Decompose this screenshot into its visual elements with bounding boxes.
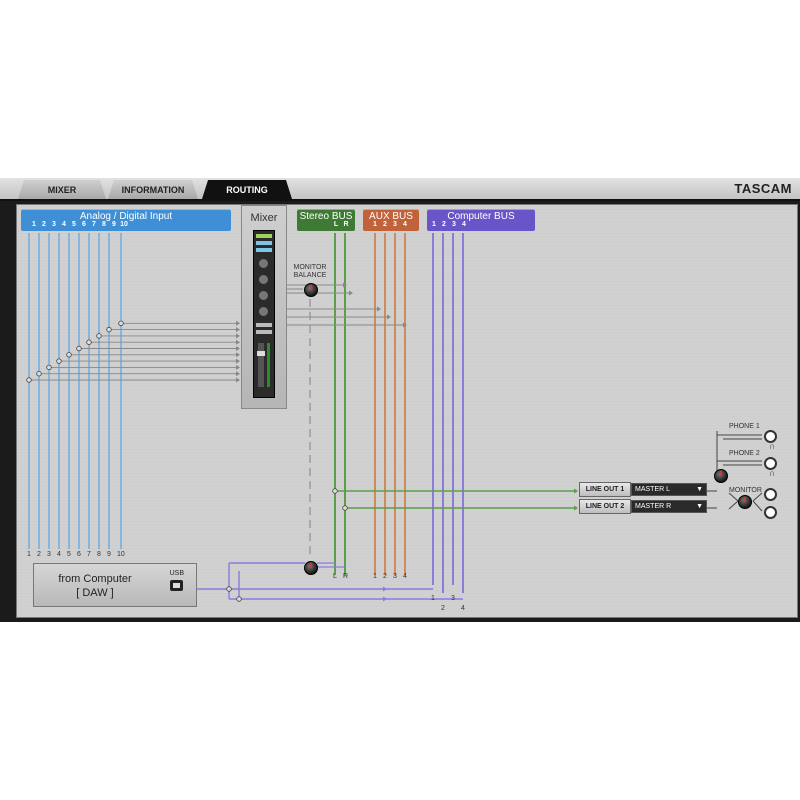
aux-bus-header: AUX BUS 1234 bbox=[363, 209, 419, 231]
stereo-r-tap bbox=[342, 505, 348, 511]
monitor-wire-r bbox=[752, 500, 763, 512]
computer-bottom-label-4: 4 bbox=[461, 605, 465, 612]
routing-panel: Analog / Digital Input 1 2 3 4 5 6 7 8 9 10 Mixer bbox=[16, 204, 798, 618]
mixer-feed-arrow-4 bbox=[236, 358, 240, 364]
monitor-l-jack bbox=[764, 488, 777, 501]
stereo-bottom-label-2: R bbox=[343, 573, 349, 580]
mixer-out-arrow-2 bbox=[349, 290, 353, 296]
computer-bottom-label-1: 1 bbox=[431, 595, 435, 602]
analog-bottom-label-9: 9 bbox=[107, 551, 111, 558]
analog-junction-4 bbox=[56, 358, 62, 364]
tab-routing[interactable]: ROUTING bbox=[202, 180, 292, 199]
analog-junction-6 bbox=[76, 345, 82, 352]
line-out-1-arrow bbox=[574, 488, 578, 494]
analog-junction-3 bbox=[46, 364, 52, 371]
line-out-1-label: LINE OUT 1 bbox=[579, 482, 631, 497]
daw-arrow-1 bbox=[383, 586, 387, 592]
monitor-level-knob[interactable] bbox=[738, 495, 752, 509]
line-out-2-label: LINE OUT 2 bbox=[579, 499, 631, 514]
mixer-feed-arrow-7 bbox=[236, 339, 240, 345]
line-out-1-select[interactable]: MASTER L ▼ bbox=[631, 483, 707, 496]
chevron-down-icon: ▼ bbox=[696, 486, 703, 493]
monitor-r-jack bbox=[764, 506, 777, 519]
stereo-bus-header: Stereo BUS LR bbox=[297, 209, 355, 231]
analog-bottom-label-2: 2 bbox=[37, 551, 41, 558]
monitor-wire-l bbox=[752, 492, 763, 502]
aux-bottom-label-3: 3 bbox=[393, 573, 397, 580]
aux-bus-numbers: 1234 bbox=[373, 221, 407, 228]
phone-2-label: PHONE 2 bbox=[729, 450, 760, 457]
stereo-bottom-label-1: L bbox=[333, 573, 337, 580]
daw-arrow-2 bbox=[383, 596, 387, 602]
analog-input-header: Analog / Digital Input 1 2 3 4 5 6 7 8 9 10 bbox=[21, 209, 231, 231]
monitor-label: MONITOR bbox=[729, 487, 762, 494]
line-out-2-arrow bbox=[574, 505, 578, 511]
analog-junction-7 bbox=[86, 339, 92, 345]
tab-information[interactable]: INFORMATION bbox=[108, 180, 198, 199]
analog-bottom-label-6: 6 bbox=[77, 551, 81, 558]
analog-bottom-label-8: 8 bbox=[97, 551, 101, 558]
analog-bottom-label-5: 5 bbox=[67, 551, 71, 558]
from-computer-daw-box[interactable]: from Computer [ DAW ] USB bbox=[33, 563, 197, 607]
mixer-feed-arrow-3 bbox=[236, 364, 240, 370]
analog-junction-1 bbox=[26, 377, 32, 383]
daw-junction-2 bbox=[236, 596, 242, 602]
analog-bottom-label-1: 1 bbox=[27, 551, 31, 558]
analog-bottom-label-3: 3 bbox=[47, 551, 51, 558]
stereo-l-tap bbox=[332, 488, 338, 494]
aux-bottom-label-4: 4 bbox=[403, 573, 407, 580]
daw-line1: from Computer bbox=[58, 573, 132, 585]
computer-bottom-label-3: 3 bbox=[451, 595, 455, 602]
mixer-block[interactable]: Mixer bbox=[241, 205, 287, 409]
analog-junction-2 bbox=[36, 370, 42, 377]
tab-bar: MIXER INFORMATION ROUTING TASCAM bbox=[0, 178, 800, 201]
analog-bottom-label-7: 7 bbox=[87, 551, 91, 558]
mixer-feed-arrow-6 bbox=[236, 346, 240, 351]
aux-bottom-label-2: 2 bbox=[383, 573, 387, 580]
mixer-channel-strip[interactable] bbox=[253, 230, 275, 398]
daw-junction-1 bbox=[226, 586, 232, 592]
usb-icon bbox=[170, 580, 183, 591]
mixer-feed-arrow-9 bbox=[236, 327, 240, 333]
mixer-feed-arrow-1 bbox=[236, 377, 240, 383]
monitor-balance-label: MONITOR BALANCE bbox=[293, 264, 327, 279]
tab-mixer[interactable]: MIXER bbox=[18, 180, 106, 199]
stereo-bus-numbers: LR bbox=[333, 221, 349, 228]
aux-bottom-label-1: 1 bbox=[373, 573, 377, 580]
mixer-feed-arrow-2 bbox=[236, 371, 240, 377]
analog-junction-9 bbox=[106, 326, 112, 333]
routing-wires bbox=[26, 233, 763, 602]
analog-junction-5 bbox=[66, 352, 72, 358]
mixer-feed-arrow-8 bbox=[236, 333, 240, 339]
analog-junction-8 bbox=[96, 333, 102, 339]
routing-window: MIXER INFORMATION ROUTING TASCAM Analog … bbox=[0, 178, 800, 622]
phone-1-label: PHONE 1 bbox=[729, 423, 760, 430]
computer-bottom-label-2: 2 bbox=[441, 605, 445, 612]
brand-logo: TASCAM bbox=[734, 181, 792, 196]
monitor-in-1 bbox=[728, 492, 739, 502]
analog-bottom-label-10: 10 bbox=[117, 551, 125, 558]
chevron-down-icon: ▼ bbox=[696, 503, 703, 510]
analog-input-numbers: 1 2 3 4 5 6 7 8 9 10 bbox=[32, 221, 128, 228]
mixer-title: Mixer bbox=[250, 212, 278, 224]
mixer-out-arrow-4 bbox=[387, 314, 391, 320]
line-out-2-select[interactable]: MASTER R ▼ bbox=[631, 500, 707, 513]
usb-label: USB bbox=[169, 570, 184, 577]
monitor-in-2 bbox=[728, 500, 739, 510]
monitor-balance-knob[interactable] bbox=[304, 283, 318, 297]
line-out-2: LINE OUT 2 MASTER R ▼ bbox=[579, 499, 707, 514]
computer-bus-header: Computer BUS 1234 bbox=[427, 209, 535, 231]
line-out-1: LINE OUT 1 MASTER L ▼ bbox=[579, 482, 707, 497]
headphone-icon: ∩ bbox=[769, 441, 776, 451]
mixer-out-arrow-3 bbox=[377, 306, 381, 312]
analog-junction-10 bbox=[118, 320, 124, 326]
mixer-feed-arrow-5 bbox=[236, 352, 240, 358]
mixer-feed-arrow-10 bbox=[236, 320, 240, 326]
phones-level-knob[interactable] bbox=[714, 469, 728, 483]
daw-balance-knob[interactable] bbox=[304, 561, 318, 575]
daw-line2: [ DAW ] bbox=[76, 587, 114, 599]
headphone-icon: ∩ bbox=[769, 468, 776, 478]
computer-bus-numbers: 1234 bbox=[432, 221, 466, 228]
analog-bottom-label-4: 4 bbox=[57, 551, 61, 558]
